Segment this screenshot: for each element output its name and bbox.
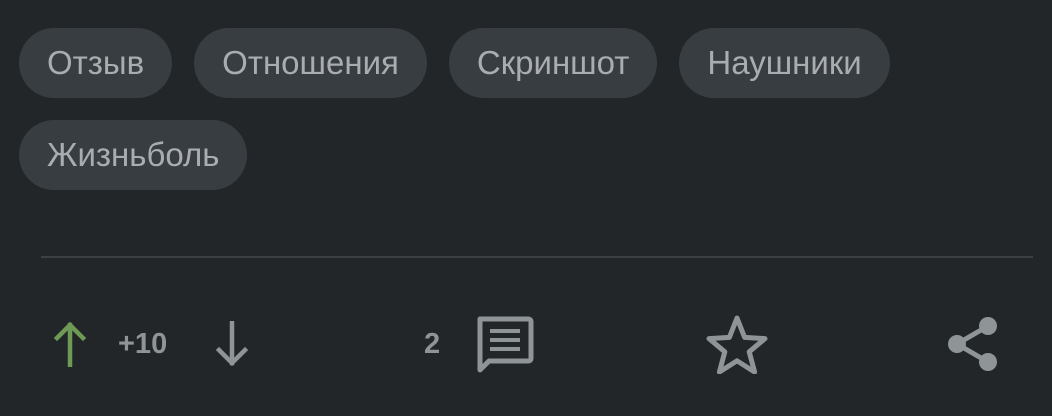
star-outline-icon [706,315,768,374]
downvote-button[interactable] [208,300,256,388]
tag-list: Отзыв Отношения Скриншот Наушники Жизньб… [19,28,999,190]
upvote-button[interactable] [46,300,94,388]
divider [41,256,1033,258]
share-icon [948,317,997,371]
comments-button[interactable] [470,300,538,388]
post-footer: Отзыв Отношения Скриншот Наушники Жизньб… [0,0,1052,416]
tag-chip[interactable]: Наушники [679,28,890,98]
tag-chip[interactable]: Отношения [194,28,427,98]
tag-chip[interactable]: Жизньболь [19,120,248,190]
comment-count: 2 [424,328,441,360]
comment-icon [477,316,534,373]
share-button[interactable] [938,300,1008,388]
rating-score: +10 [118,328,168,360]
favorite-button[interactable] [700,300,774,388]
arrow-up-icon [53,321,87,367]
arrow-down-icon [215,321,249,367]
action-bar: +10 2 [0,300,1052,388]
tag-chip[interactable]: Скриншот [448,28,658,98]
tag-chip[interactable]: Отзыв [19,28,173,98]
